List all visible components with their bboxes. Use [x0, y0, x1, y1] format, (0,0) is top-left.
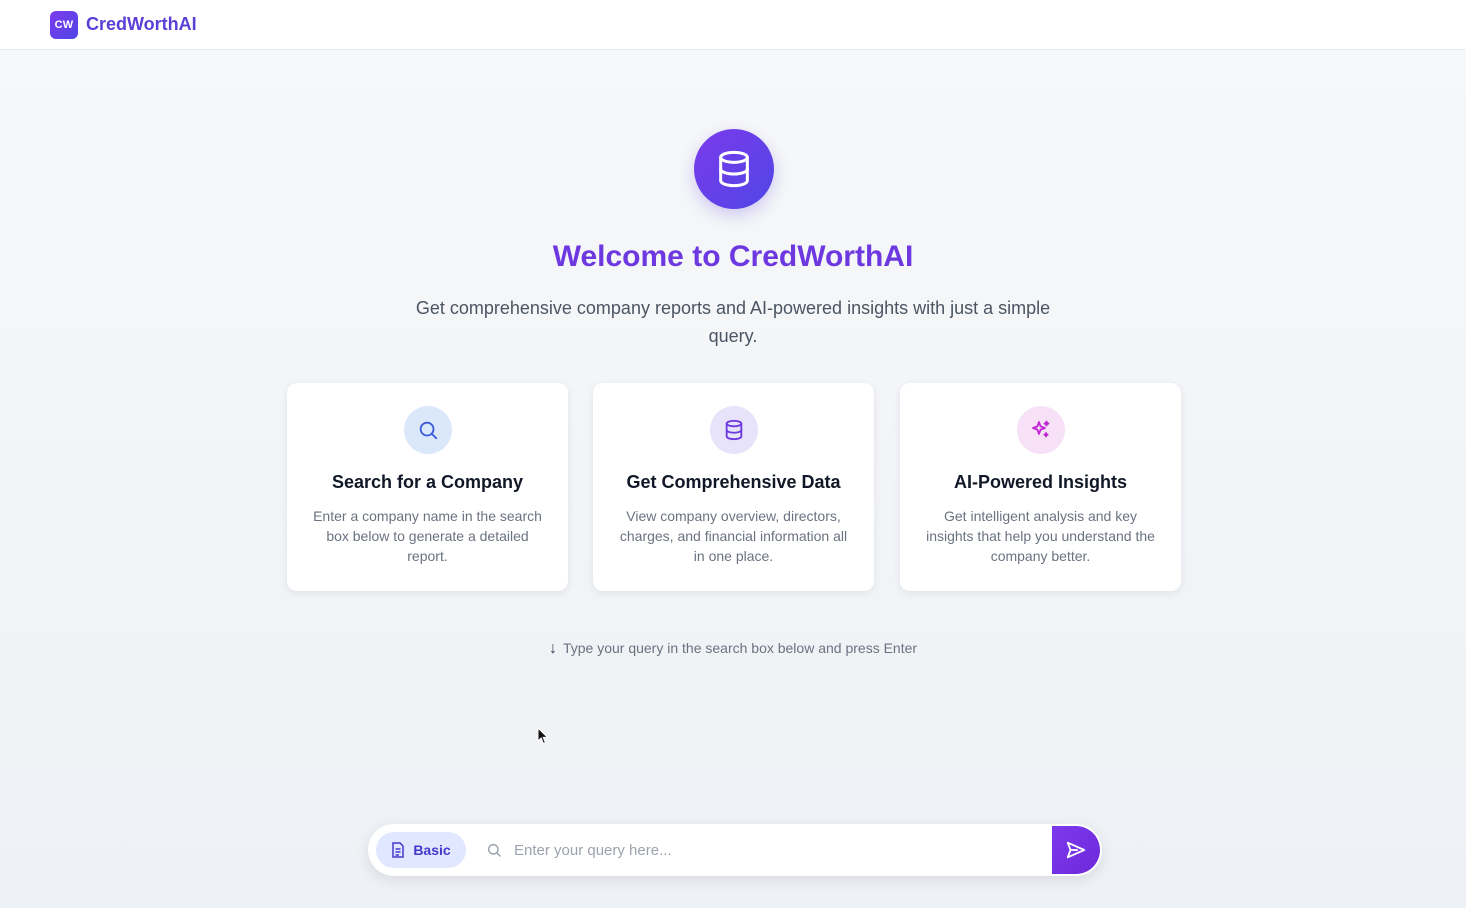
card-description: Enter a company name in the search box b… — [313, 508, 542, 564]
query-input[interactable] — [514, 841, 1052, 859]
welcome-subtitle: Get comprehensive company reports and AI… — [415, 298, 1051, 346]
search-icon — [486, 842, 502, 858]
database-icon — [709, 406, 758, 454]
hint-text: Type your query in the search box below … — [562, 640, 918, 656]
query-bar: Basic — [368, 824, 1102, 876]
card-description: Get intelligent analysis and key insight… — [926, 508, 1155, 564]
brand-name[interactable]: CredWorthAI — [86, 14, 197, 35]
mode-label: Basic — [413, 842, 451, 858]
feature-card-search: Search for a Company Enter a company nam… — [287, 383, 568, 591]
logo-badge[interactable]: CW — [50, 10, 78, 39]
mode-selector-button[interactable]: Basic — [376, 832, 466, 868]
sparkles-icon — [1016, 406, 1065, 454]
card-title: Get Comprehensive Data — [626, 472, 841, 492]
document-icon — [392, 842, 405, 858]
send-icon — [1066, 841, 1086, 859]
search-icon — [403, 406, 452, 454]
search-hint: ↓ Type your query in the search box below… — [0, 640, 1466, 658]
feature-card-insights: AI-Powered Insights Get intelligent anal… — [900, 383, 1181, 591]
mouse-cursor-icon — [537, 726, 549, 750]
feature-card-data: Get Comprehensive Data View company over… — [593, 383, 874, 591]
send-button[interactable] — [1052, 826, 1100, 874]
card-title: AI-Powered Insights — [953, 472, 1128, 492]
welcome-title: Welcome to CredWorthAI — [552, 240, 914, 273]
card-title: Search for a Company — [331, 472, 524, 492]
database-icon — [694, 129, 774, 209]
arrow-down-icon: ↓ — [548, 640, 557, 657]
top-navigation-bar: CW CredWorthAI — [0, 0, 1466, 50]
card-description: View company overview, directors, charge… — [619, 508, 848, 564]
